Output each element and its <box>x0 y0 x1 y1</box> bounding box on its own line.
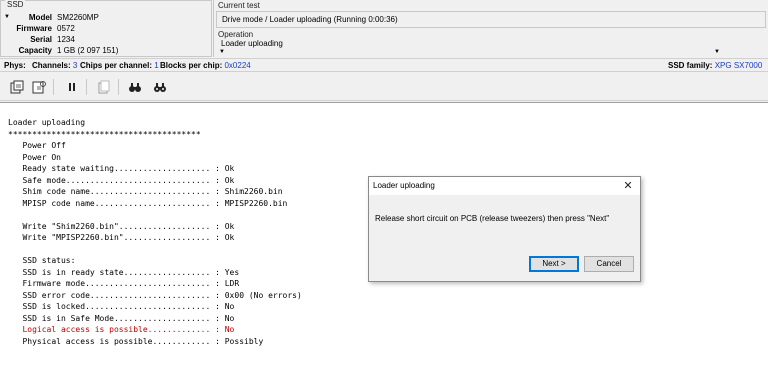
log-line: **************************************** <box>8 129 201 139</box>
channels-value: 3 <box>72 61 78 70</box>
log-line: Safe mode.............................. … <box>8 175 235 185</box>
cancel-button[interactable]: Cancel <box>584 256 634 272</box>
log-line: Power On <box>8 152 61 162</box>
log-line: SSD is locked.......................... … <box>8 302 235 311</box>
ssd-group-label: SSD <box>5 0 26 9</box>
pause-icon[interactable] <box>64 79 80 95</box>
ssd-firmware-row: Firmware 0572 <box>1 24 211 34</box>
log-line: Loader uploading <box>8 118 86 127</box>
operation-select[interactable]: Loader uploading ▼ ▼ <box>216 38 766 55</box>
capacity-label: Capacity <box>18 46 52 55</box>
serial-value: 1234 <box>57 35 75 44</box>
model-label: Model <box>28 13 52 22</box>
log-line: Logical access is possible............. … <box>8 325 235 334</box>
log-line: Firmware mode.......................... … <box>8 279 240 288</box>
toolbar-separator <box>86 79 87 95</box>
chevron-down-icon: ▼ <box>219 49 225 55</box>
serial-label: Serial <box>30 35 52 44</box>
toolbar-separator <box>53 79 54 95</box>
refresh-icon[interactable] <box>31 79 47 95</box>
dropdown-arrow-icon[interactable]: ▼ <box>714 46 720 58</box>
blocks-value: 0x0224 <box>224 61 251 70</box>
ssd-capacity-row: Capacity 1 GB (2 097 151) <box>1 46 211 56</box>
blocks-label: Blocks per chip: <box>160 61 223 70</box>
current-test-label: Current test <box>218 1 260 10</box>
log-line: Ready state waiting.................... … <box>8 164 235 173</box>
ssd-serial-row: Serial 1234 <box>1 35 211 45</box>
dialog-title: Loader uploading <box>373 181 435 190</box>
loader-uploading-dialog: Loader uploading ✕ Release short circuit… <box>368 176 641 282</box>
log-line: Power Off <box>8 141 66 150</box>
find-next-icon[interactable] <box>152 79 168 95</box>
family-label: SSD family: <box>668 61 713 70</box>
phys-info-bar: Phys: Channels: 3 Chips per channel: 1 B… <box>0 58 768 72</box>
ssd-info-group: SSD ▼ Model SM2260MP Firmware 0572 Seria… <box>0 0 212 57</box>
close-icon[interactable]: ✕ <box>622 180 634 192</box>
save-icon[interactable] <box>9 79 25 95</box>
log-line: SSD is in Safe Mode.................... … <box>8 313 235 323</box>
log-line: Write "MPISP2260.bin".................. … <box>8 233 235 242</box>
next-button[interactable]: Next > <box>529 256 579 272</box>
chips-value: 1 <box>154 61 159 70</box>
log-line: SSD error code......................... … <box>8 290 302 300</box>
find-icon[interactable] <box>127 79 143 95</box>
toolbar-separator <box>118 79 119 95</box>
log-line: Write "Shim2260.bin"................... … <box>8 221 235 231</box>
toolbar <box>0 73 768 101</box>
firmware-label: Firmware <box>16 24 52 33</box>
dialog-message: Release short circuit on PCB (release tw… <box>375 214 610 223</box>
ssd-model-row: Model SM2260MP <box>1 13 211 23</box>
firmware-value: 0572 <box>57 24 75 33</box>
capacity-value: 1 GB (2 097 151) <box>57 46 119 55</box>
model-value: SM2260MP <box>57 13 99 22</box>
log-line: Physical access is possible............ … <box>8 336 264 346</box>
channels-label: Channels: <box>32 61 71 70</box>
chips-label: Chips per channel: <box>80 61 153 70</box>
phys-label: Phys: <box>4 61 26 70</box>
log-line: MPISP code name........................ … <box>8 198 288 208</box>
family-value: XPG SX7000 <box>714 61 763 70</box>
current-test-field: Drive mode / Loader uploading (Running 0… <box>216 11 766 28</box>
log-line: Shim code name......................... … <box>8 187 283 196</box>
log-line: SSD is in ready state.................. … <box>8 267 240 277</box>
test-group: Current test Drive mode / Loader uploadi… <box>213 0 768 57</box>
copy-icon[interactable] <box>96 79 112 95</box>
log-line: SSD status: <box>8 256 76 265</box>
operation-value: Loader uploading <box>221 39 283 48</box>
dialog-title-bar: Loader uploading ✕ <box>369 177 640 195</box>
